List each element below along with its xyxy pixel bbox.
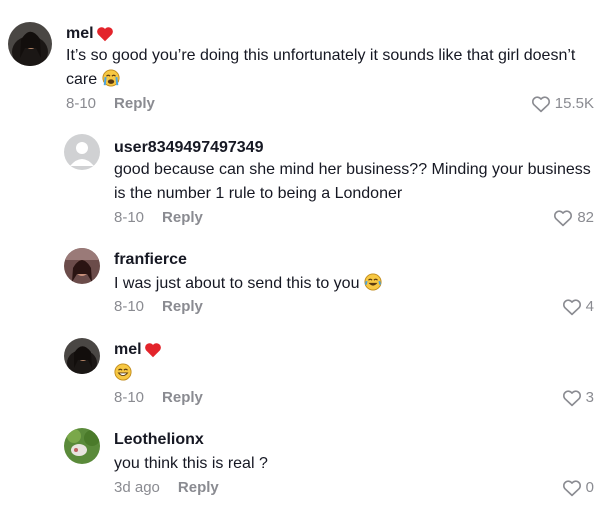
comment-meta: 8-10 Reply — [114, 388, 203, 408]
comment-text-line: good because can she mind her business??… — [114, 161, 591, 178]
comment-text-line: It’s so good you’re doing this unfortuna… — [66, 47, 576, 64]
laughing-tears-emoji-icon — [364, 273, 382, 291]
heart-outline-icon — [554, 210, 573, 227]
crying-face-emoji-icon — [102, 69, 120, 87]
comment-5: Leothelionx you think this is real ? 3d … — [0, 420, 610, 511]
like-button[interactable]: 82 — [553, 208, 594, 228]
username-text[interactable]: Leothelionx — [114, 430, 204, 450]
comment-date: 8-10 — [114, 298, 145, 315]
comment-date: 8-10 — [66, 95, 97, 112]
like-count: 82 — [577, 209, 594, 226]
comment-meta: 8-10 Reply — [66, 94, 155, 114]
like-button[interactable]: 0 — [562, 478, 594, 498]
username[interactable]: Leothelionx — [114, 430, 204, 450]
like-button[interactable]: 15.5K — [531, 94, 594, 114]
comment-text — [114, 362, 132, 386]
comment-text: you think this is real ? — [114, 452, 268, 476]
red-heart-emoji-icon — [96, 27, 113, 42]
username-text[interactable]: franfierce — [114, 250, 187, 270]
comment-text-line: is the number 1 rule to being a Londoner — [114, 185, 403, 202]
like-count: 15.5K — [554, 95, 594, 112]
heart-outline-icon — [562, 480, 581, 497]
comment-text-span: care — [66, 71, 98, 88]
comment-text: good because can she mind her business??… — [114, 158, 594, 206]
like-count: 4 — [585, 298, 594, 315]
comment-date: 3d ago — [114, 479, 160, 496]
avatar[interactable] — [64, 428, 100, 464]
heart-outline-icon — [562, 390, 581, 407]
comment-2: user8349497497349 good because can she m… — [0, 120, 610, 240]
comment-date: 8-10 — [114, 209, 145, 226]
username-text[interactable]: user8349497497349 — [114, 138, 263, 158]
grinning-face-emoji-icon — [114, 363, 132, 381]
red-heart-emoji-icon — [144, 343, 161, 358]
comment-text-span: you think this is real ? — [114, 455, 268, 472]
username[interactable]: franfierce — [114, 250, 187, 270]
username[interactable]: mel — [66, 24, 114, 44]
reply-button[interactable]: Reply — [162, 297, 203, 317]
comment-meta: 8-10 Reply — [114, 208, 203, 228]
comment-text-line: care — [66, 68, 596, 92]
avatar[interactable] — [64, 248, 100, 284]
avatar[interactable] — [8, 22, 52, 66]
reply-button[interactable]: Reply — [162, 388, 203, 408]
username[interactable]: mel — [114, 340, 162, 360]
comment-date: 8-10 — [114, 389, 145, 406]
like-count: 3 — [585, 389, 594, 406]
comment-text-span: I was just about to send this to you — [114, 275, 360, 292]
heart-outline-icon — [531, 96, 550, 113]
like-count: 0 — [585, 479, 594, 496]
heart-outline-icon — [562, 299, 581, 316]
avatar[interactable] — [64, 134, 100, 170]
reply-button[interactable]: Reply — [114, 94, 155, 114]
comment-meta: 8-10 Reply — [114, 297, 203, 317]
avatar[interactable] — [64, 338, 100, 374]
like-button[interactable]: 3 — [562, 388, 594, 408]
username[interactable]: user8349497497349 — [114, 138, 263, 158]
comment-meta: 3d ago Reply — [114, 478, 219, 498]
like-button[interactable]: 4 — [562, 297, 594, 317]
reply-button[interactable]: Reply — [162, 208, 203, 228]
comment-4: mel 8-10 Reply 3 — [0, 330, 610, 420]
comment-3: franfierce I was just about to send this… — [0, 240, 610, 330]
comment-1: mel It’s so good you’re doing this unfor… — [0, 0, 610, 120]
username-text[interactable]: mel — [66, 24, 94, 44]
comment-text: It’s so good you’re doing this unfortuna… — [66, 44, 596, 92]
reply-button[interactable]: Reply — [178, 478, 219, 498]
comment-text: I was just about to send this to you — [114, 272, 382, 296]
username-text[interactable]: mel — [114, 340, 142, 360]
